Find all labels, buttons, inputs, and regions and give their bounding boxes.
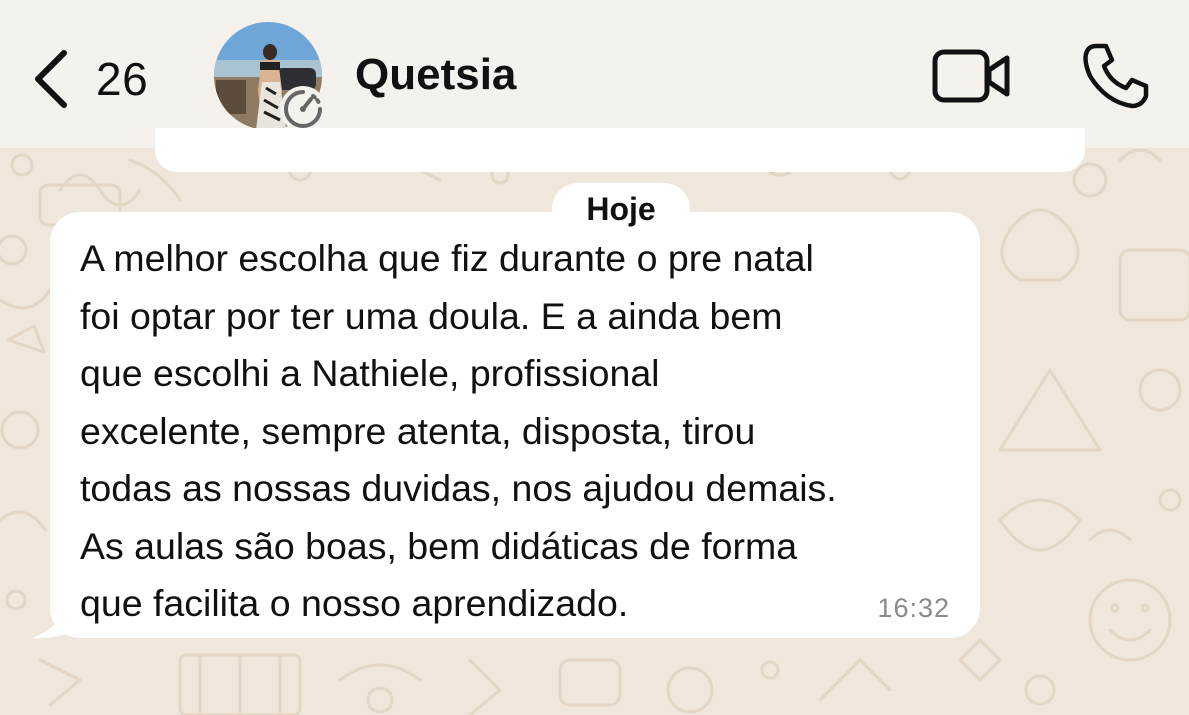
- chevron-left-icon: [35, 50, 67, 108]
- phone-icon: [1083, 43, 1149, 109]
- video-call-button[interactable]: [932, 48, 1012, 104]
- message-text: A melhor escolha que fiz durante o pre n…: [80, 237, 837, 624]
- message-timestamp: 16:32: [877, 593, 950, 623]
- back-button[interactable]: 26: [30, 44, 148, 114]
- video-camera-icon: [932, 49, 1010, 103]
- voice-call-button[interactable]: [1082, 42, 1150, 110]
- previous-message-bubble: [155, 128, 1085, 172]
- timer-icon: [278, 84, 328, 134]
- contact-name[interactable]: Quetsia: [355, 50, 516, 100]
- unread-count: 26: [96, 53, 149, 105]
- chat-header: 26 Quetsia: [0, 0, 1189, 148]
- date-separator: Hoje: [552, 183, 690, 235]
- incoming-message-bubble[interactable]: A melhor escolha que fiz durante o pre n…: [50, 212, 980, 638]
